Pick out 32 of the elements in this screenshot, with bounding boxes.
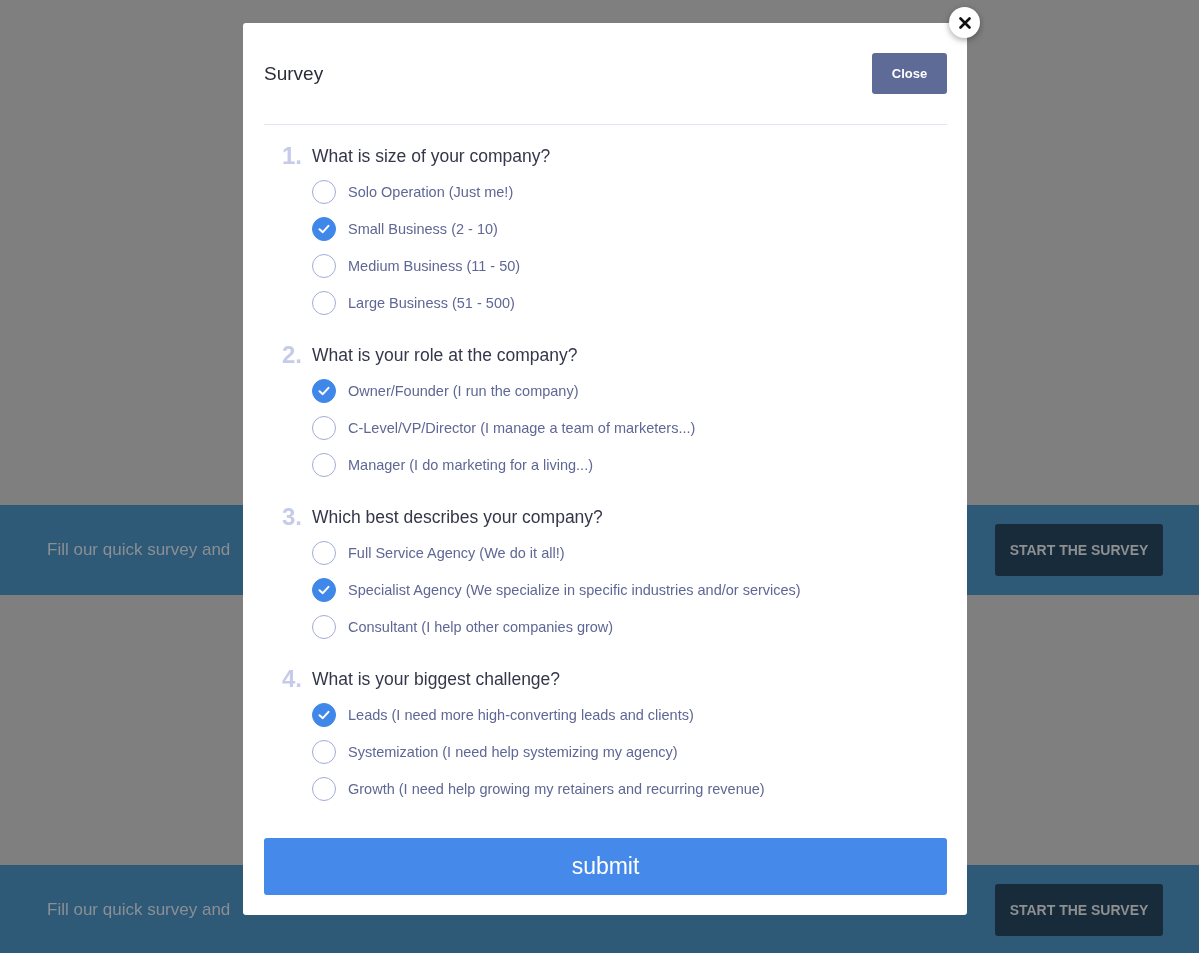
option-label: Small Business (2 - 10): [348, 220, 498, 237]
option-label: Leads (I need more high-converting leads and clients): [348, 706, 694, 723]
option-label: C-Level/VP/Director (I manage a team of marketers...): [348, 419, 696, 436]
dialog-title: Survey: [264, 62, 324, 85]
option-label: Manager (I do marketing for a living...): [348, 456, 593, 473]
radio-button[interactable]: [312, 378, 336, 403]
option-label: Solo Operation (Just me!): [348, 183, 514, 200]
question-number: 4.: [282, 665, 303, 693]
option-label: Specialist Agency (We specialize in specific industries and/or services): [348, 581, 801, 598]
option-label: Consultant (I help other companies grow): [348, 618, 614, 635]
question-number: 3.: [282, 503, 303, 531]
radio-button[interactable]: [312, 216, 336, 241]
close-button[interactable]: Close: [872, 53, 947, 94]
start-survey-button[interactable]: START THE SURVEY: [995, 884, 1163, 936]
option-label: Owner/Founder (I run the company): [348, 382, 579, 399]
question-text: What is your biggest challenge?: [312, 668, 561, 690]
option-label: Large Business (51 - 500): [348, 294, 515, 311]
option-label: Full Service Agency (We do it all!): [348, 544, 565, 561]
question-number: 2.: [282, 341, 303, 369]
banner-text: Fill our quick survey and: [47, 540, 231, 560]
question-text: Which best describes your company?: [312, 506, 603, 528]
option-label: Growth (I need help growing my retainers and recurring revenue): [348, 780, 765, 797]
question-text: What is size of your company?: [312, 145, 551, 167]
option-label: Medium Business (11 - 50): [348, 257, 521, 274]
question-text: What is your role at the company?: [312, 344, 578, 366]
radio-button[interactable]: [312, 702, 336, 727]
submit-button[interactable]: submit: [264, 838, 947, 895]
option-label: Systemization (I need help systemizing my agency): [348, 743, 678, 760]
start-survey-button[interactable]: START THE SURVEY: [995, 524, 1163, 576]
banner-text: Fill our quick survey and: [47, 900, 231, 920]
radio-button[interactable]: [312, 577, 336, 602]
question-number: 1.: [282, 142, 303, 170]
